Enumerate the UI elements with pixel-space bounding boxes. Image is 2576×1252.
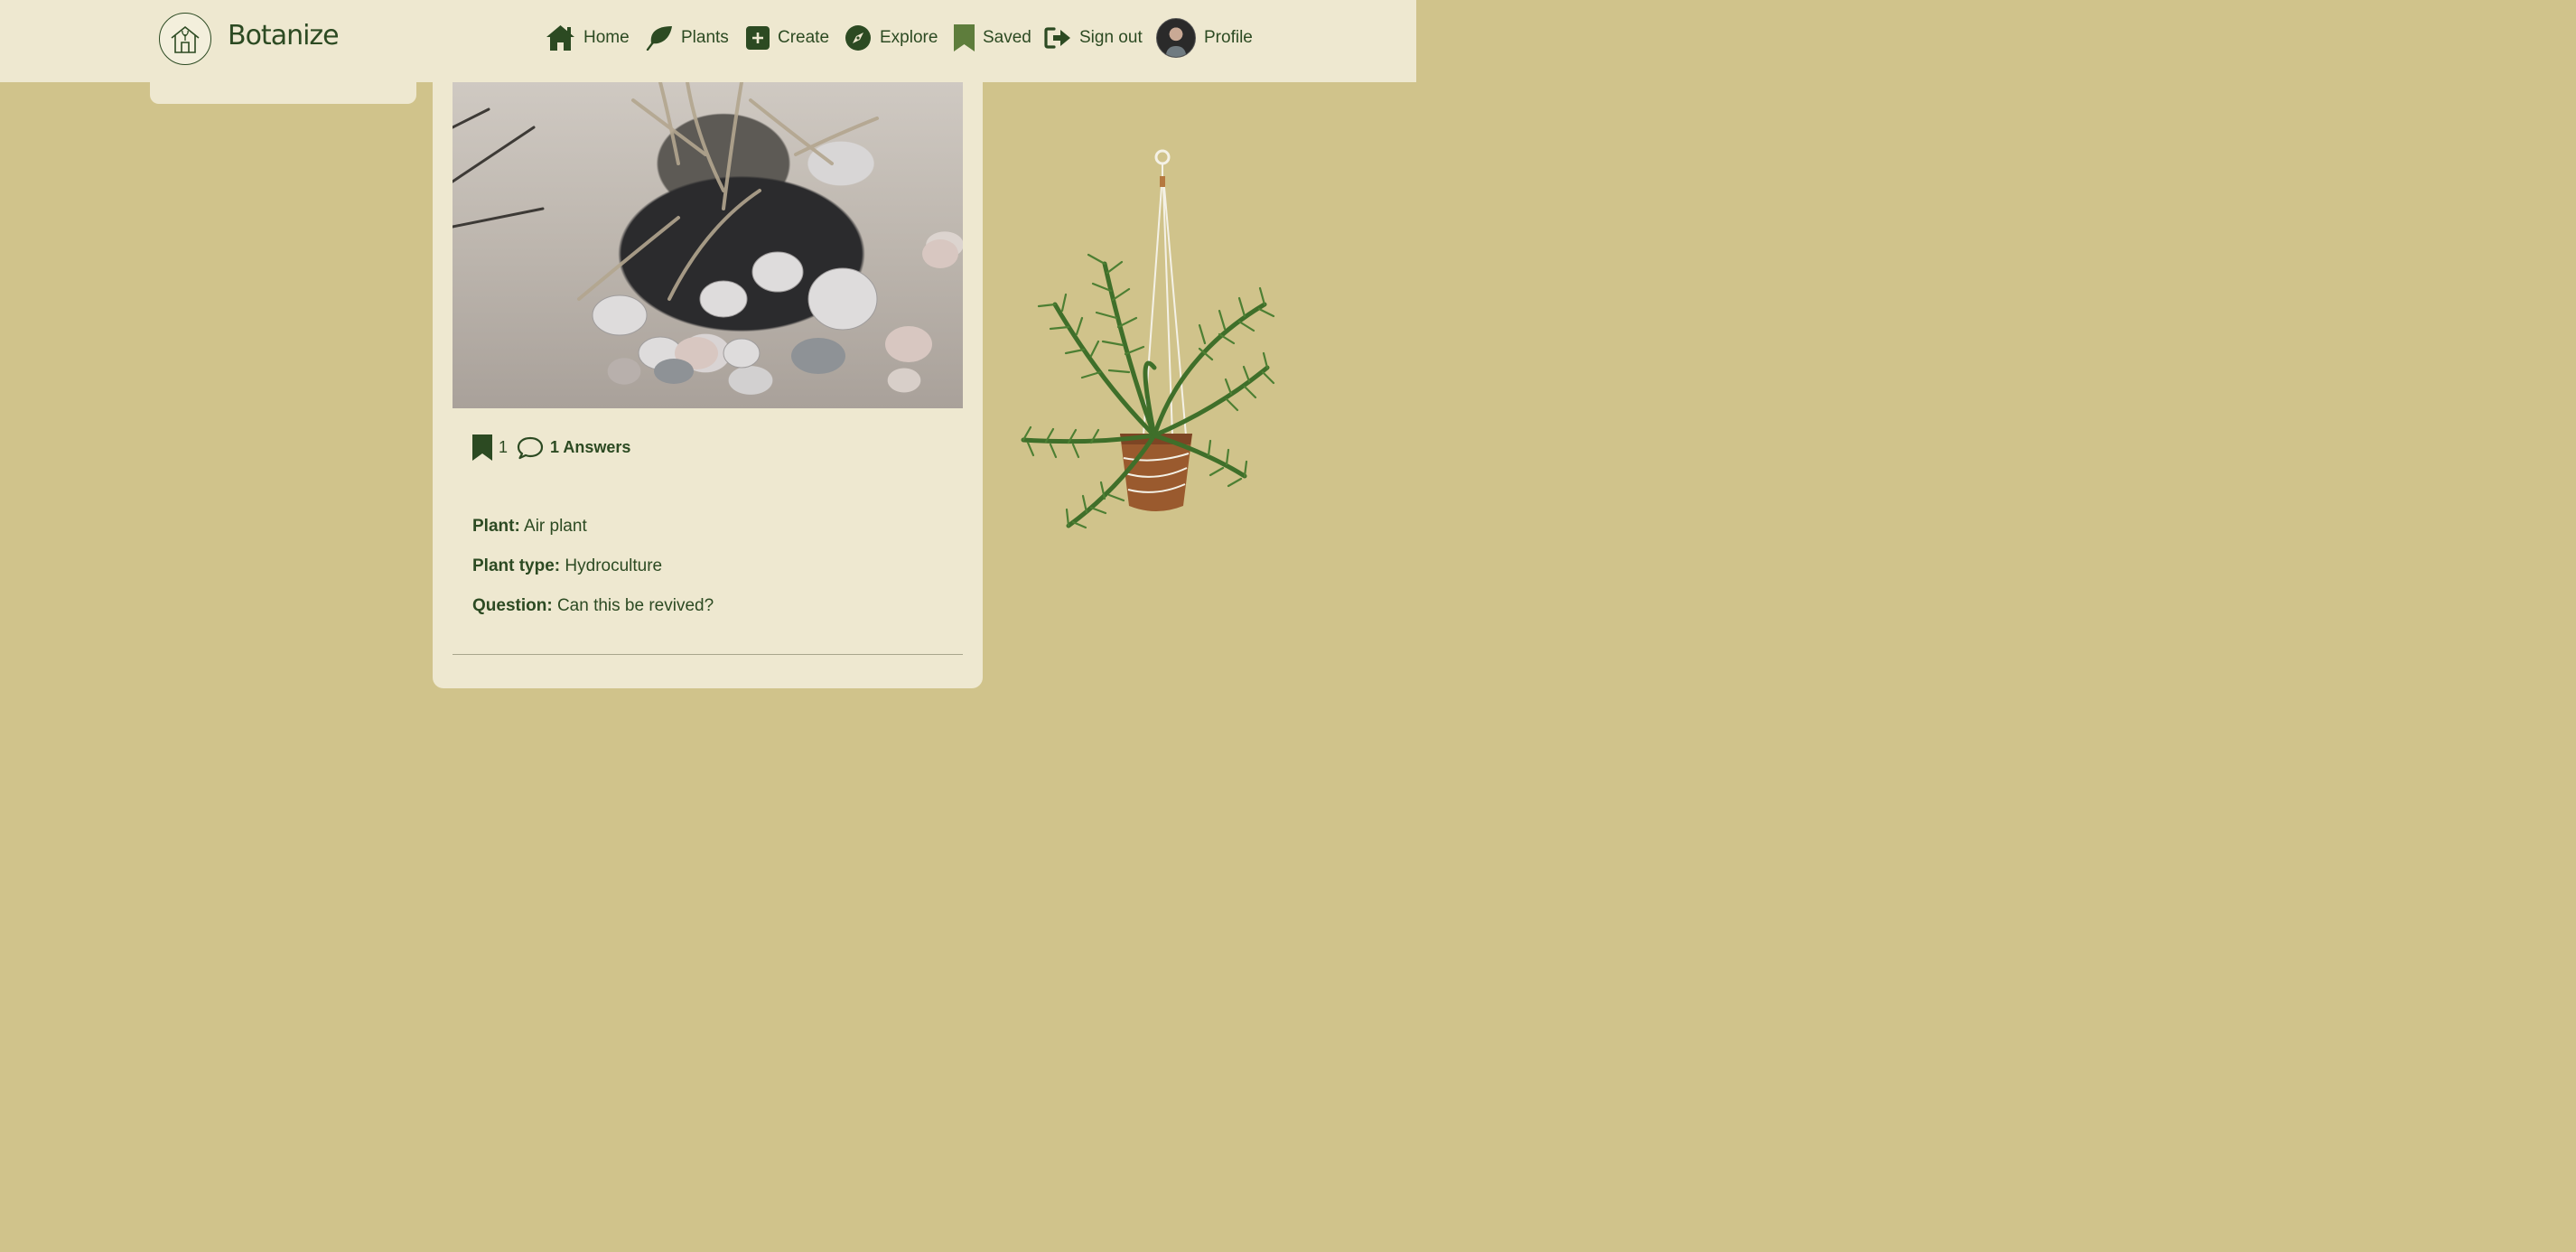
- left-sidebar-card: [150, 82, 416, 104]
- brand-name[interactable]: Botanize: [228, 20, 340, 51]
- post-card: 1 1 Answers Plant: Air plant Plant type:…: [433, 82, 983, 688]
- nav-create-label: Create: [778, 28, 830, 47]
- sign-out-icon: [1044, 27, 1070, 49]
- plus-square-icon: [746, 26, 770, 50]
- nav-explore[interactable]: Explore: [845, 20, 938, 56]
- divider: [453, 654, 963, 655]
- top-navbar: Botanize Home Plants Create Explore Save…: [0, 0, 1416, 82]
- post-image: [453, 82, 963, 408]
- comment-icon[interactable]: [517, 436, 544, 460]
- bookmark-icon[interactable]: [472, 434, 492, 461]
- field-plant-type: Plant type: Hydroculture: [472, 556, 662, 576]
- field-plant: Plant: Air plant: [472, 517, 587, 537]
- nav-saved-label: Saved: [983, 28, 1031, 47]
- nav-home[interactable]: Home: [546, 20, 630, 56]
- field-question-value: Can this be revived?: [556, 596, 714, 615]
- nav-saved[interactable]: Saved: [954, 20, 1031, 56]
- hanging-plant-illustration: [1019, 146, 1281, 539]
- logo[interactable]: [159, 13, 211, 65]
- bookmark-icon: [954, 24, 975, 51]
- nav-profile[interactable]: Profile: [1156, 18, 1253, 58]
- house-logo-icon: [171, 25, 200, 53]
- nav-sign-out[interactable]: Sign out: [1044, 20, 1143, 56]
- answers-count[interactable]: 1 Answers: [550, 438, 630, 457]
- hanging-plant-icon: [1021, 149, 1275, 529]
- saves-count: 1: [499, 438, 509, 456]
- nav-plants[interactable]: Plants: [646, 20, 729, 56]
- avatar: [1156, 18, 1196, 58]
- post-stats: 1 1 Answers: [472, 434, 630, 461]
- compass-icon: [845, 25, 871, 51]
- nav-create[interactable]: Create: [746, 20, 829, 56]
- field-question: Question: Can this be revived?: [472, 596, 714, 616]
- field-plant-label: Plant:: [472, 517, 520, 536]
- home-icon: [546, 25, 574, 51]
- nav-sign-out-label: Sign out: [1079, 28, 1143, 47]
- air-plant-photo: [453, 82, 958, 384]
- leaf-icon: [646, 26, 672, 51]
- field-plant-type-label: Plant type:: [472, 556, 561, 575]
- nav-profile-label: Profile: [1204, 28, 1253, 47]
- field-question-label: Question:: [472, 596, 553, 615]
- nav-plants-label: Plants: [681, 28, 729, 47]
- nav-home-label: Home: [583, 28, 630, 47]
- field-plant-value: Air plant: [524, 517, 587, 536]
- nav-explore-label: Explore: [880, 28, 938, 47]
- field-plant-type-value: Hydroculture: [565, 556, 663, 575]
